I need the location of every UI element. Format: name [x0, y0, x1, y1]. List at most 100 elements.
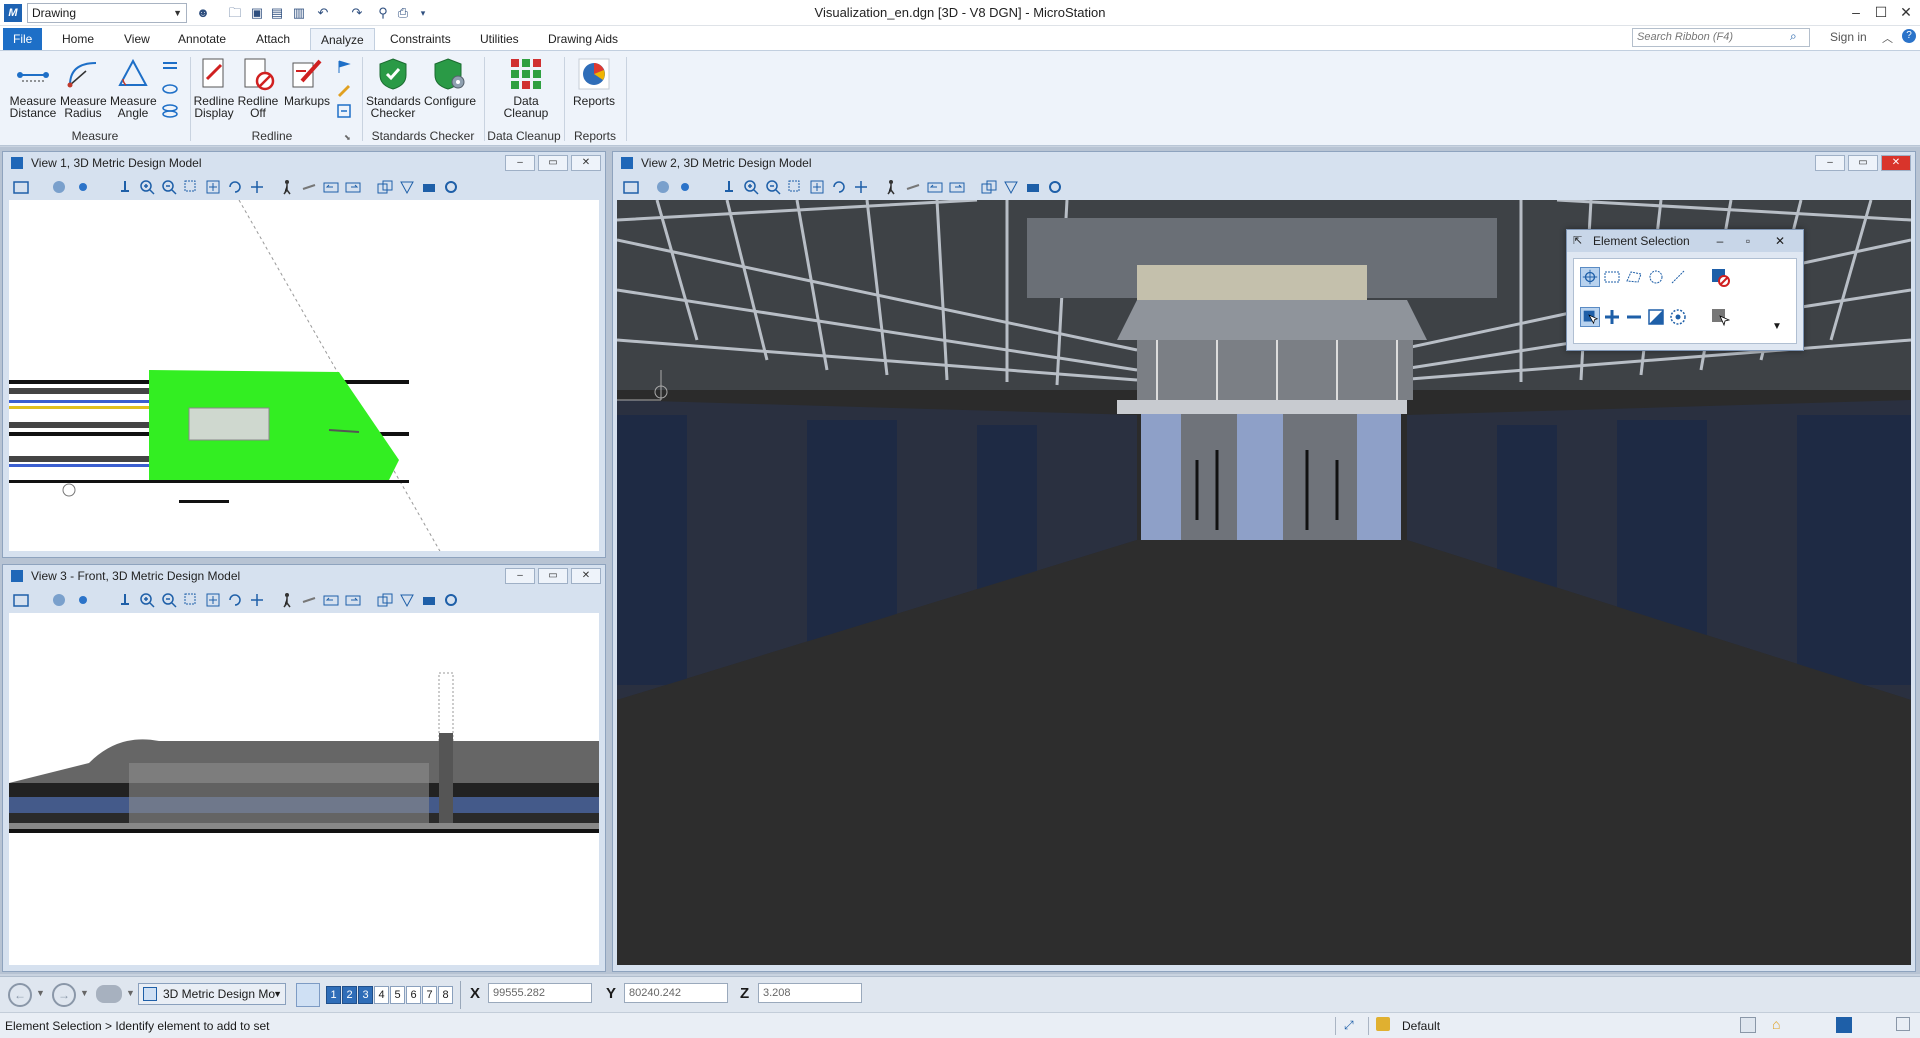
- selection-circle-icon[interactable]: [1646, 267, 1666, 287]
- view-groups-icon[interactable]: [296, 983, 320, 1007]
- redline-off-button[interactable]: Redline Off: [236, 57, 280, 119]
- camera-icon[interactable]: [1025, 179, 1041, 195]
- view-minimize-button[interactable]: –: [1815, 155, 1845, 171]
- zoom-in-icon[interactable]: [743, 179, 759, 195]
- clip-volume-icon[interactable]: [399, 179, 415, 195]
- view-next-icon[interactable]: [345, 179, 361, 195]
- maximize-window-button[interactable]: ☐: [1870, 2, 1892, 22]
- view-toggle-5[interactable]: 5: [390, 986, 405, 1004]
- tab-analyze[interactable]: Analyze: [310, 28, 375, 50]
- display-style-icon[interactable]: [51, 179, 67, 195]
- standards-checker-button[interactable]: Standards Checker: [366, 57, 421, 119]
- zoom-in-icon[interactable]: [139, 592, 155, 608]
- update-view-icon[interactable]: [117, 592, 133, 608]
- view-maximize-button[interactable]: ▭: [538, 155, 568, 171]
- clip-volume-icon[interactable]: [1003, 179, 1019, 195]
- history-dropdown-icon[interactable]: ▼: [126, 988, 135, 998]
- compress-icon[interactable]: ▥: [290, 4, 308, 22]
- dialog-minimize-button[interactable]: –: [1707, 230, 1733, 252]
- qat-more-icon[interactable]: ▾: [414, 4, 432, 22]
- back-icon[interactable]: ←: [8, 983, 32, 1007]
- measure-radius-button[interactable]: Measure Radius: [60, 57, 107, 119]
- snap-mode-icon[interactable]: ⤢: [1344, 1018, 1354, 1033]
- copy-view-icon[interactable]: [377, 592, 393, 608]
- tab-constraints[interactable]: Constraints: [380, 28, 461, 50]
- view-attributes-icon[interactable]: [623, 179, 639, 195]
- pan-view-icon[interactable]: [249, 592, 265, 608]
- design-file-icon[interactable]: [1836, 1017, 1852, 1033]
- view-maximize-button[interactable]: ▭: [538, 568, 568, 584]
- view-minimize-button[interactable]: –: [505, 155, 535, 171]
- microstation-logo-icon[interactable]: M: [4, 4, 22, 22]
- view-toggle-6[interactable]: 6: [406, 986, 421, 1004]
- pan-view-icon[interactable]: [853, 179, 869, 195]
- redline-settings-icon[interactable]: [336, 103, 352, 119]
- copy-view-icon[interactable]: [981, 179, 997, 195]
- help-icon[interactable]: ?: [1902, 29, 1916, 43]
- y-coordinate-field[interactable]: 80240.242: [624, 983, 728, 1003]
- selection-invert-icon[interactable]: [1646, 307, 1666, 327]
- view-settings-icon[interactable]: [443, 179, 459, 195]
- tab-annotate[interactable]: Annotate: [168, 28, 236, 50]
- selection-new-icon[interactable]: [1580, 307, 1600, 327]
- selection-individual-icon[interactable]: [1580, 267, 1600, 287]
- print-icon[interactable]: ⎙: [394, 4, 412, 22]
- data-cleanup-button[interactable]: Data Cleanup: [496, 57, 556, 119]
- view-toggle-4[interactable]: 4: [374, 986, 389, 1004]
- view-close-button[interactable]: ✕: [571, 568, 601, 584]
- active-level[interactable]: Default: [1402, 1019, 1440, 1033]
- tab-utilities[interactable]: Utilities: [470, 28, 529, 50]
- search-ribbon-input[interactable]: Search Ribbon (F4): [1632, 28, 1810, 47]
- fit-view-icon[interactable]: [205, 179, 221, 195]
- element-selection-title-bar[interactable]: ⇱ Element Selection – ▫ ✕: [1567, 230, 1803, 252]
- display-style-icon[interactable]: [655, 179, 671, 195]
- fit-view-icon[interactable]: [809, 179, 825, 195]
- view-1-title-bar[interactable]: View 1, 3D Metric Design Model – ▭ ✕: [3, 152, 605, 174]
- view-close-button[interactable]: ✕: [571, 155, 601, 171]
- lock-icon[interactable]: [1376, 1017, 1390, 1031]
- rotate-view-icon[interactable]: [831, 179, 847, 195]
- tab-home[interactable]: Home: [52, 28, 104, 50]
- view-settings-icon[interactable]: [1047, 179, 1063, 195]
- measure-distance-button[interactable]: Measure Distance: [8, 57, 58, 119]
- pan-view-icon[interactable]: [249, 179, 265, 195]
- save-settings-icon[interactable]: ▤: [268, 4, 286, 22]
- selection-toggle-icon[interactable]: [1668, 307, 1688, 327]
- zoom-in-icon[interactable]: [139, 179, 155, 195]
- selection-shape-icon[interactable]: [1624, 267, 1644, 287]
- message-center-icon[interactable]: [1740, 1017, 1756, 1033]
- view-3-title-bar[interactable]: View 3 - Front, 3D Metric Design Model –…: [3, 565, 605, 587]
- update-view-icon[interactable]: [721, 179, 737, 195]
- tab-view[interactable]: View: [114, 28, 160, 50]
- redo-icon[interactable]: ↷: [348, 4, 366, 22]
- tab-attach[interactable]: Attach: [246, 28, 300, 50]
- view-attributes-icon[interactable]: [13, 179, 29, 195]
- view-maximize-button[interactable]: ▭: [1848, 155, 1878, 171]
- view-previous-icon[interactable]: [323, 179, 339, 195]
- home-icon[interactable]: ⌂: [1772, 1016, 1780, 1032]
- forward-icon[interactable]: →: [52, 983, 76, 1007]
- redline-flag-icon[interactable]: [336, 59, 352, 75]
- undo-icon[interactable]: ↶: [314, 4, 332, 22]
- lighting-icon[interactable]: [75, 592, 91, 608]
- display-style-icon[interactable]: [51, 592, 67, 608]
- window-area-icon[interactable]: [787, 179, 803, 195]
- forward-dropdown-icon[interactable]: ▼: [80, 988, 89, 998]
- collapse-ribbon-icon[interactable]: ︿: [1882, 30, 1893, 46]
- open-folder-icon[interactable]: 🗀: [226, 4, 244, 22]
- view-toggle-8[interactable]: 8: [438, 986, 453, 1004]
- selection-add-icon[interactable]: [1602, 307, 1622, 327]
- view-next-icon[interactable]: [949, 179, 965, 195]
- measure-volume-icon[interactable]: [162, 81, 178, 97]
- element-selection-dialog[interactable]: ⇱ Element Selection – ▫ ✕ ▼: [1566, 229, 1804, 351]
- view-toggle-3[interactable]: 3: [358, 986, 373, 1004]
- redline-pencil-icon[interactable]: [336, 81, 352, 97]
- update-view-icon[interactable]: [117, 179, 133, 195]
- view-3-canvas[interactable]: [9, 613, 599, 965]
- view-previous-icon[interactable]: [927, 179, 943, 195]
- markups-button[interactable]: Markups: [282, 57, 332, 107]
- measure-angle-button[interactable]: Measure Angle: [110, 57, 157, 119]
- close-window-button[interactable]: ✕: [1895, 2, 1917, 22]
- z-coordinate-field[interactable]: 3.208: [758, 983, 862, 1003]
- selection-block-icon[interactable]: [1602, 267, 1622, 287]
